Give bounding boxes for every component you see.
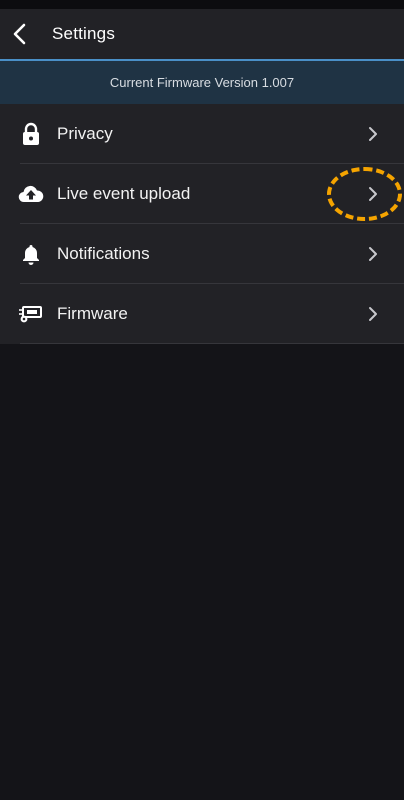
menu-item-privacy[interactable]: Privacy (0, 104, 404, 164)
chevron-left-icon (13, 23, 26, 45)
chevron-right-icon (362, 243, 384, 265)
app-header: Settings (0, 9, 404, 59)
settings-menu: Privacy Live event upload Notifications … (0, 104, 404, 344)
menu-item-label: Firmware (57, 304, 128, 323)
menu-item-live-event-upload[interactable]: Live event upload (0, 164, 404, 224)
page-title: Settings (52, 24, 116, 43)
chevron-right-icon (362, 123, 384, 145)
status-bar (0, 0, 404, 9)
cloud-upload-icon (18, 181, 44, 207)
lock-icon (18, 121, 44, 147)
menu-item-label: Privacy (57, 124, 113, 143)
menu-item-label: Notifications (57, 244, 150, 263)
menu-item-firmware[interactable]: Firmware (0, 284, 404, 344)
menu-item-notifications[interactable]: Notifications (0, 224, 404, 284)
chevron-right-icon (362, 183, 384, 205)
chevron-right-icon (362, 303, 384, 325)
firmware-version-banner: Current Firmware Version 1.007 (0, 59, 404, 104)
back-button[interactable] (0, 9, 40, 59)
firmware-version-text: Current Firmware Version 1.007 (109, 75, 295, 90)
firmware-chip-icon (18, 301, 44, 327)
menu-item-label: Live event upload (57, 184, 191, 203)
bell-icon (18, 241, 44, 267)
